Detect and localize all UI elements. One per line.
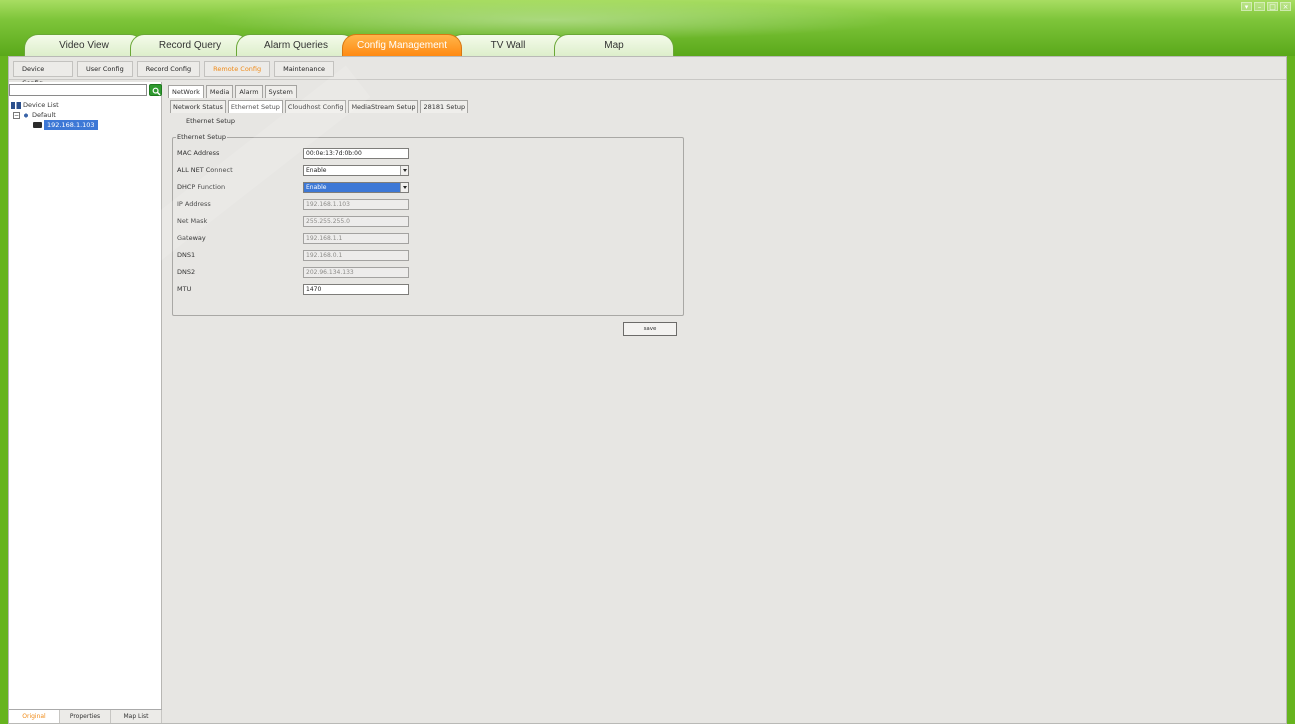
search-button[interactable] [149, 84, 162, 96]
dns2-label: DNS2 [177, 268, 196, 276]
tab-remote-config[interactable]: Remote Config [204, 61, 271, 77]
form-row-all-net: ALL NET Connect Enable [177, 165, 677, 177]
all-net-connect-value: Enable [306, 167, 327, 174]
collapse-icon[interactable]: − [13, 111, 20, 119]
tree-root[interactable]: Device List [11, 100, 98, 110]
mac-address-field[interactable]: 00:0e:13:7d:0b:00 [303, 148, 409, 159]
section-tabs: NetWork Media Alarm System [168, 85, 297, 98]
tab-alarm-queries[interactable]: Alarm Queries [236, 34, 356, 56]
tree-group-label: Default [32, 111, 56, 119]
mtu-label: MTU [177, 285, 192, 293]
close-icon[interactable]: × [1280, 2, 1291, 11]
tab-network-status[interactable]: Network Status [170, 100, 226, 113]
group-title: Ethernet Setup [176, 133, 227, 141]
tab-device-config[interactable]: Device Config [13, 61, 73, 87]
ethernet-setup-group: Ethernet Setup MAC Address 00:0e:13:7d:0… [172, 133, 684, 316]
net-mask-field: 255.255.255.0 [303, 216, 409, 227]
ip-address-label: IP Address [177, 200, 211, 208]
ip-address-field: 192.168.1.103 [303, 199, 409, 210]
restore-icon[interactable]: – [1254, 2, 1265, 11]
form-row-mtu: MTU 1470 [177, 284, 677, 296]
maximize-icon[interactable]: □ [1267, 2, 1278, 11]
form-row-ip: IP Address 192.168.1.103 [177, 199, 677, 211]
tab-media[interactable]: Media [205, 85, 234, 98]
tab-map-list[interactable]: Map List [111, 710, 162, 723]
minimize-icon[interactable]: ▾ [1241, 2, 1252, 11]
save-button[interactable]: save [623, 322, 677, 336]
form-row-dhcp: DHCP Function Enable [177, 182, 677, 194]
form-row-dns1: DNS1 192.168.0.1 [177, 250, 677, 262]
group-icon [22, 111, 30, 119]
config-sub-tabs: Device Config User Config Record Config … [13, 61, 335, 87]
tab-map[interactable]: Map [554, 34, 674, 56]
net-mask-label: Net Mask [177, 217, 208, 225]
dns2-field: 202.96.134.133 [303, 267, 409, 278]
device-panel: Device List − Default 192.168.1.103 Orig… [9, 82, 162, 723]
tab-network[interactable]: NetWork [168, 85, 204, 98]
dhcp-function-select[interactable]: Enable [303, 182, 409, 193]
all-net-connect-select[interactable]: Enable [303, 165, 409, 176]
panel-bottom-tabs: Original Properties Map List [9, 709, 162, 723]
camera-icon [33, 122, 42, 128]
tab-tv-wall[interactable]: TV Wall [448, 34, 568, 56]
tab-mediastream-setup[interactable]: MediaStream Setup [348, 100, 419, 113]
tab-alarm[interactable]: Alarm [235, 85, 263, 98]
mac-address-label: MAC Address [177, 149, 220, 157]
form-row-dns2: DNS2 202.96.134.133 [177, 267, 677, 279]
gateway-label: Gateway [177, 234, 206, 242]
tree-device[interactable]: 192.168.1.103 [11, 120, 98, 130]
chevron-down-icon[interactable] [400, 166, 408, 175]
main-content: Device Config User Config Record Config … [8, 56, 1287, 724]
tab-maintenance[interactable]: Maintenance [274, 61, 335, 77]
all-net-connect-label: ALL NET Connect [177, 166, 233, 174]
search-icon [152, 87, 161, 95]
tree-root-label: Device List [23, 101, 59, 109]
gateway-field: 192.168.1.1 [303, 233, 409, 244]
window-controls: ▾ – □ × [1241, 2, 1291, 11]
main-tabs: Video View Record Query Alarm Queries Co… [24, 34, 674, 56]
tab-config-management[interactable]: Config Management [342, 34, 462, 56]
dhcp-function-value: Enable [306, 184, 327, 191]
network-tabs: Network Status Ethernet Setup Cloudhost … [170, 100, 469, 113]
tree-device-label: 192.168.1.103 [44, 120, 98, 130]
tab-properties[interactable]: Properties [60, 710, 111, 723]
form-row-netmask: Net Mask 255.255.255.0 [177, 216, 677, 228]
tab-video-view[interactable]: Video View [24, 34, 144, 56]
device-tree: Device List − Default 192.168.1.103 [11, 100, 98, 130]
dhcp-function-label: DHCP Function [177, 183, 226, 191]
tab-system[interactable]: System [264, 85, 297, 98]
tab-user-config[interactable]: User Config [77, 61, 133, 77]
dns1-label: DNS1 [177, 251, 196, 259]
tab-28181-setup[interactable]: 28181 Setup [420, 100, 469, 113]
tab-cloudhost-config[interactable]: Cloudhost Config [284, 100, 347, 113]
search-input[interactable] [9, 84, 147, 96]
dns1-field: 192.168.0.1 [303, 250, 409, 261]
search-row [9, 84, 162, 96]
divider [9, 79, 1286, 80]
inner-tab-ethernet-setup[interactable]: Ethernet Setup [186, 117, 235, 125]
device-list-icon [11, 101, 21, 109]
tab-original[interactable]: Original [9, 710, 60, 723]
form-row-mac: MAC Address 00:0e:13:7d:0b:00 [177, 148, 677, 160]
tab-record-query[interactable]: Record Query [130, 34, 250, 56]
mtu-field[interactable]: 1470 [303, 284, 409, 295]
chevron-down-icon[interactable] [400, 183, 408, 192]
form-row-gateway: Gateway 192.168.1.1 [177, 233, 677, 245]
tab-record-config[interactable]: Record Config [136, 61, 201, 77]
tree-group[interactable]: − Default [11, 110, 98, 120]
tab-ethernet-setup[interactable]: Ethernet Setup [227, 100, 283, 113]
